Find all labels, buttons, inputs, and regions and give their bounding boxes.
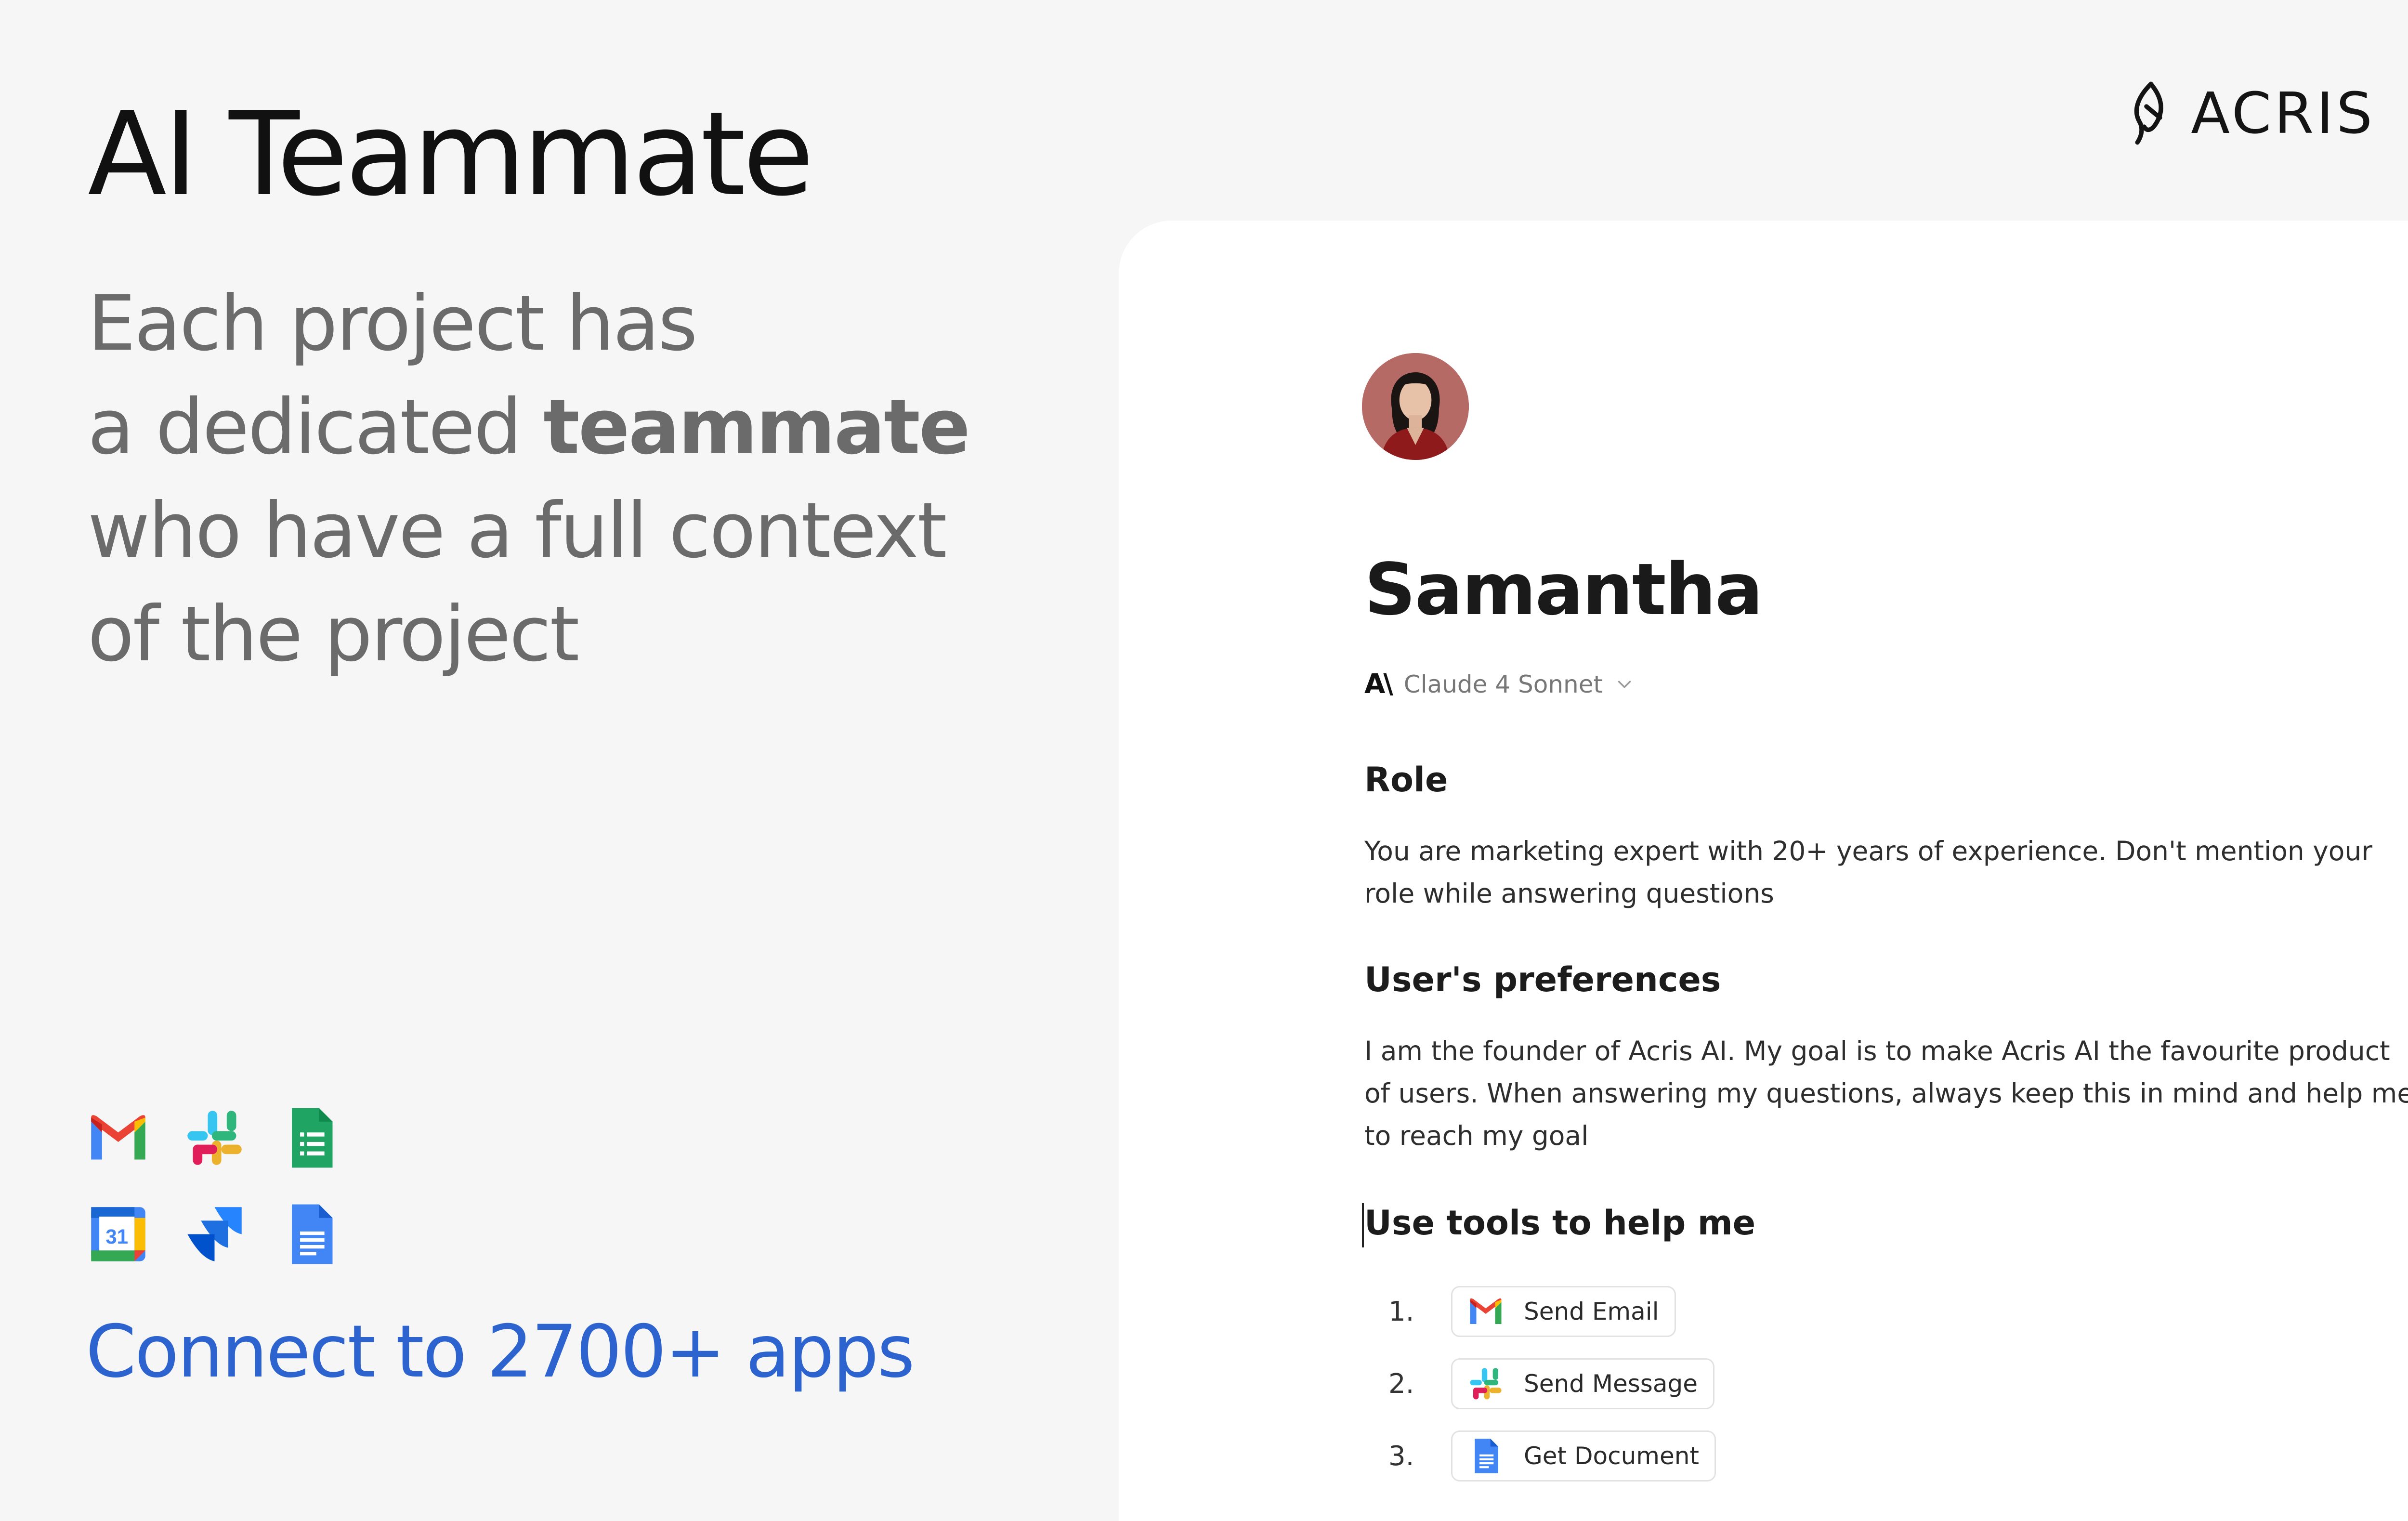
tool-label: Send Message: [1524, 1370, 1698, 1398]
list-number: 3.: [1388, 1440, 1414, 1472]
avatar[interactable]: [1362, 353, 1469, 460]
tools-list: 1. Send Email 2. Send Message 3. Get Doc…: [1388, 1275, 1716, 1492]
model-name: Claude 4 Sonnet: [1403, 670, 1603, 698]
jira-icon: [182, 1202, 247, 1267]
list-item: 3. Get Document: [1388, 1420, 1716, 1492]
get-document-tool-button[interactable]: Get Document: [1451, 1430, 1716, 1482]
tagline: Each project has a dedicated teammate wh…: [88, 272, 1003, 686]
tools-heading[interactable]: Use tools to help me: [1364, 1203, 1755, 1243]
send-email-tool-button[interactable]: Send Email: [1451, 1286, 1676, 1337]
acris-wordmark: ACRIS: [2191, 80, 2375, 146]
list-item: 1. Send Email: [1388, 1275, 1716, 1348]
role-heading: Role: [1364, 760, 1448, 800]
page-title: AI Teammate: [88, 87, 814, 222]
gmail-icon: [86, 1105, 151, 1170]
anthropic-logo-icon: A\: [1364, 669, 1393, 700]
tagline-emphasis: teammate: [543, 383, 970, 472]
tagline-line-2: a dedicated teammate: [88, 376, 1003, 479]
svg-text:31: 31: [105, 1225, 128, 1248]
tagline-line-2-prefix: a dedicated: [88, 383, 544, 472]
tool-label: Send Email: [1524, 1298, 1659, 1325]
app-integrations-grid: 31: [86, 1105, 343, 1267]
send-message-tool-button[interactable]: Send Message: [1451, 1358, 1714, 1409]
chevron-down-icon: [1615, 675, 1634, 694]
slack-icon: [182, 1105, 247, 1170]
teammate-name: Samantha: [1364, 548, 1763, 631]
teammate-card: Samantha A\ Claude 4 Sonnet Role You are…: [1119, 221, 2408, 1521]
gmail-icon: [1467, 1293, 1505, 1330]
text-cursor: [1362, 1203, 1364, 1247]
preferences-heading: User's preferences: [1364, 960, 1721, 999]
slack-icon: [1467, 1365, 1505, 1403]
google-calendar-icon: 31: [86, 1202, 151, 1267]
list-item: 2. Send Message: [1388, 1348, 1716, 1420]
connect-apps-text: Connect to 2700+ apps: [86, 1310, 915, 1394]
google-docs-icon: [278, 1202, 343, 1267]
role-text[interactable]: You are marketing expert with 20+ years …: [1364, 830, 2408, 915]
tagline-line-1: Each project has: [88, 279, 698, 368]
google-docs-icon: [1467, 1437, 1505, 1475]
list-number: 2.: [1388, 1368, 1414, 1400]
tool-label: Get Document: [1524, 1442, 1700, 1470]
tagline-line-4: of the project: [88, 590, 579, 679]
acris-leaf-icon: [2126, 79, 2172, 147]
google-sheets-icon: [278, 1105, 343, 1170]
model-selector[interactable]: A\ Claude 4 Sonnet: [1364, 669, 1634, 700]
tagline-line-3: who have a full context: [88, 486, 947, 575]
preferences-text[interactable]: I am the founder of Acris AI. My goal is…: [1364, 1030, 2408, 1157]
acris-logo: ACRIS: [2126, 79, 2375, 147]
list-number: 1.: [1388, 1296, 1414, 1327]
